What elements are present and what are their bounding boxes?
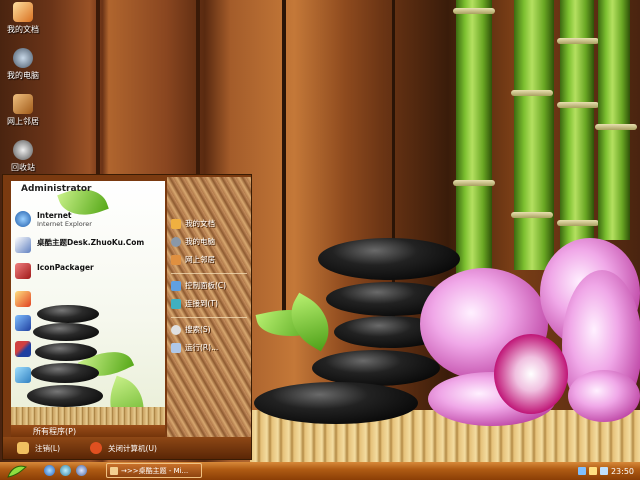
- zen-stone: [318, 238, 460, 280]
- system-tray: 23:50: [560, 463, 638, 479]
- theme-icon: [15, 237, 31, 253]
- computer-icon: [171, 236, 181, 247]
- paint-icon: [15, 291, 31, 307]
- orchid-petal: [568, 370, 640, 422]
- recycle-bin-icon: [13, 140, 33, 160]
- leaf-logo-icon: [7, 465, 28, 478]
- window-icon: [110, 467, 118, 475]
- network-tray-icon[interactable]: [577, 467, 586, 475]
- ie-quicklaunch-icon[interactable]: [44, 465, 55, 476]
- documents-folder-icon: [171, 218, 181, 229]
- iconpackager-icon: [15, 263, 31, 279]
- desktop-icon-label: 我的文档: [7, 25, 39, 34]
- desktop-icon-my-computer[interactable]: 我的电脑: [0, 48, 46, 81]
- recent-item[interactable]: [15, 367, 163, 387]
- start-button[interactable]: [2, 463, 32, 479]
- pinned-item-title: 桌酷主题Desk.ZhuoKu.Com: [37, 238, 145, 247]
- right-item-label: 网上邻居: [185, 255, 215, 264]
- taskbar: →>>桌酷主题 - Mi... 23:50: [0, 462, 640, 480]
- zen-stone: [27, 385, 103, 407]
- lock-icon: [17, 442, 29, 454]
- bamboo-stalk: [453, 0, 495, 290]
- bamboo-stalk: [595, 0, 637, 240]
- desktop-icon-network[interactable]: 网上邻居: [0, 94, 46, 127]
- start-menu-footer: 注销(L) 关闭计算机(U): [3, 437, 251, 459]
- logoff-button[interactable]: 注销(L): [17, 442, 60, 454]
- ie-icon: [15, 211, 31, 227]
- right-item-label: 搜索(S): [185, 325, 211, 334]
- search-icon: [171, 324, 181, 335]
- pinned-item-iconpackager[interactable]: IconPackager: [15, 263, 163, 283]
- desktop-icon-label: 网上邻居: [7, 117, 39, 126]
- recent-item[interactable]: [15, 341, 163, 361]
- security-tray-icon[interactable]: [599, 467, 608, 475]
- network-icon: [13, 94, 33, 114]
- run-icon: [171, 342, 181, 353]
- media-quicklaunch-icon[interactable]: [60, 465, 71, 476]
- start-menu: Administrator Internet Internet Explorer…: [2, 174, 252, 460]
- right-item-label: 运行(R)...: [185, 343, 219, 352]
- start-menu-right-pane: 我的文档 我的电脑 网上邻居 控制面板(C) 连接到(T) 搜索(S) 运行(R…: [167, 177, 251, 437]
- start-menu-left-pane: Administrator Internet Internet Explorer…: [11, 181, 165, 427]
- bamboo-mat: [11, 407, 165, 427]
- pinned-item-zhuoku[interactable]: 桌酷主题Desk.ZhuoKu.Com: [15, 237, 163, 257]
- right-item-my-computer[interactable]: 我的电脑: [171, 235, 249, 248]
- right-item-search[interactable]: 搜索(S): [171, 323, 249, 336]
- taskbar-window-button[interactable]: →>>桌酷主题 - Mi...: [106, 463, 202, 478]
- recent-item[interactable]: [15, 315, 163, 335]
- pinned-item-title: IconPackager: [37, 263, 94, 272]
- flag-icon: [15, 341, 31, 357]
- logoff-label: 注销(L): [35, 443, 61, 453]
- recent-item[interactable]: [15, 291, 163, 311]
- right-item-label: 连接到(T): [185, 299, 218, 308]
- bamboo-stalk: [557, 0, 599, 250]
- control-panel-icon: [171, 280, 181, 291]
- desktop-icon-my-documents[interactable]: 我的文档: [0, 2, 46, 35]
- zen-stone: [312, 350, 440, 386]
- orchid-center: [494, 334, 568, 414]
- user-name: Administrator: [21, 184, 92, 194]
- monitor-icon: [15, 315, 31, 331]
- bamboo-stalk: [511, 0, 554, 270]
- right-item-label: 我的电脑: [185, 237, 215, 246]
- zen-stone: [254, 382, 418, 424]
- pinned-item-internet[interactable]: Internet Internet Explorer: [15, 211, 163, 231]
- clock[interactable]: 23:50: [611, 467, 634, 476]
- right-item-network[interactable]: 网上邻居: [171, 253, 249, 266]
- desktop-quicklaunch-icon[interactable]: [76, 465, 87, 476]
- shutdown-button[interactable]: 关闭计算机(U): [90, 442, 157, 454]
- desktop-icon-label: 回收站: [11, 163, 35, 172]
- power-icon: [90, 442, 103, 454]
- desktop-icon-recycle-bin[interactable]: 回收站: [0, 140, 46, 173]
- right-item-control-panel[interactable]: 控制面板(C): [171, 279, 249, 292]
- right-item-label: 控制面板(C): [185, 281, 227, 290]
- volume-tray-icon[interactable]: [588, 467, 597, 475]
- right-item-run[interactable]: 运行(R)...: [171, 341, 249, 354]
- pinned-item-subtitle: Internet Explorer: [37, 220, 92, 228]
- right-item-label: 我的文档: [185, 219, 215, 228]
- right-item-my-documents[interactable]: 我的文档: [171, 217, 249, 230]
- right-item-connect[interactable]: 连接到(T): [171, 297, 249, 310]
- taskbar-window-label: →>>桌酷主题 - Mi...: [121, 467, 189, 475]
- shutdown-label: 关闭计算机(U): [108, 443, 157, 453]
- connect-icon: [171, 298, 181, 309]
- notepad-icon: [15, 367, 31, 383]
- pinned-item-title: Internet: [37, 211, 72, 220]
- menu-separator: [171, 273, 247, 274]
- documents-folder-icon: [13, 2, 33, 22]
- computer-icon: [13, 48, 33, 68]
- desktop-icon-label: 我的电脑: [7, 71, 39, 80]
- network-icon: [171, 254, 181, 265]
- all-programs-label: 所有程序(P): [33, 427, 77, 436]
- menu-separator: [171, 317, 247, 318]
